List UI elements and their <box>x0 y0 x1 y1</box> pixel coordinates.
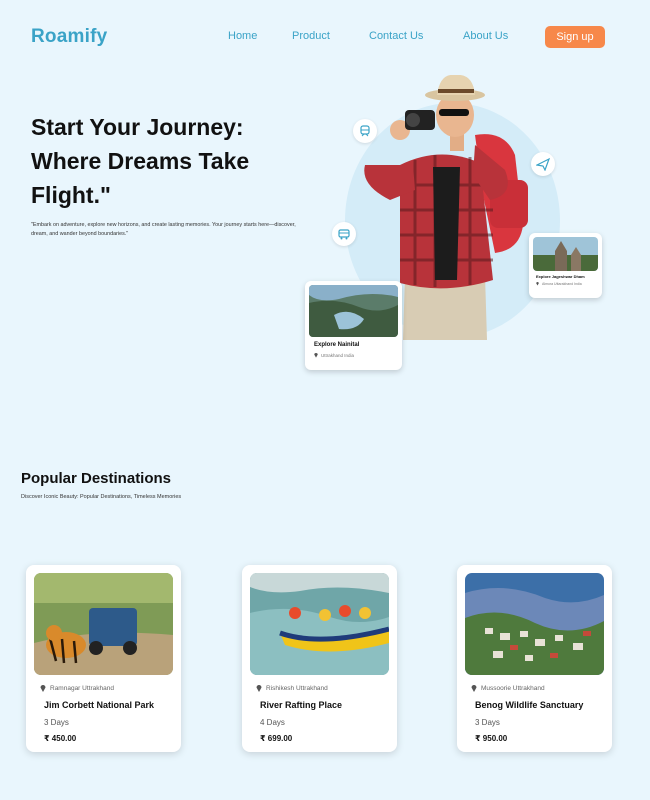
location-pin-icon <box>471 685 477 692</box>
plane-icon <box>531 152 555 176</box>
corbett-image <box>34 573 173 675</box>
destination-name: Jim Corbett National Park <box>44 700 155 710</box>
feature-card-location: Uttrakhand India <box>314 352 398 358</box>
destination-duration: 3 Days <box>44 718 69 727</box>
nav-contact-us[interactable]: Contact Us <box>369 30 423 42</box>
train-icon <box>353 119 377 143</box>
signup-button[interactable]: Sign up <box>545 26 605 48</box>
destination-card-benog[interactable]: Mussoorie Uttrakhand Benog Wildlife Sanc… <box>457 565 612 752</box>
feature-card-title: Explore Nainital <box>314 342 360 348</box>
section-subtitle: Discover Iconic Beauty: Popular Destinat… <box>21 494 182 500</box>
destination-card-corbett[interactable]: Ramnagar Uttrakhand Jim Corbett National… <box>26 565 181 752</box>
nav-home[interactable]: Home <box>228 30 257 42</box>
destination-duration: 4 Days <box>260 718 285 727</box>
location-pin-icon <box>256 685 262 692</box>
feature-card-title: Explore Jageshwar Dham <box>536 274 585 279</box>
feature-card-nainital[interactable]: Explore Nainital Uttrakhand India <box>305 281 402 370</box>
nav-product[interactable]: Product <box>292 30 330 42</box>
hero-description: "Embark on adventure, explore new horizo… <box>31 222 296 237</box>
location-pin-icon <box>314 353 318 358</box>
destination-name: River Rafting Place <box>260 700 343 710</box>
benog-image <box>465 573 604 675</box>
destination-location: Mussoorie Uttrakhand <box>471 684 545 692</box>
nav-about-us[interactable]: About Us <box>463 30 508 42</box>
destination-location: Ramnagar Uttrakhand <box>40 684 114 692</box>
destination-price: ₹ 450.00 <box>44 734 77 743</box>
bus-icon <box>332 222 356 246</box>
destination-price: ₹ 699.00 <box>260 734 293 743</box>
location-pin-icon <box>536 282 539 286</box>
destination-location: Rishikesh Uttrakhand <box>256 684 328 692</box>
feature-card-jageshwar[interactable]: Explore Jageshwar Dham Almora Uttarakhan… <box>529 233 602 298</box>
destination-duration: 3 Days <box>475 718 500 727</box>
nainital-image <box>309 285 398 337</box>
feature-card-location: Almora Uttarakhand India <box>536 281 598 286</box>
hero-title: Start Your Journey: Where Dreams Take Fl… <box>31 114 250 208</box>
destination-price: ₹ 950.00 <box>475 734 508 743</box>
destination-name: Benog Wildlife Sanctuary <box>475 700 584 710</box>
location-pin-icon <box>40 685 46 692</box>
jageshwar-image <box>533 237 598 271</box>
destination-card-rafting[interactable]: Rishikesh Uttrakhand River Rafting Place… <box>242 565 397 752</box>
rafting-image <box>250 573 389 675</box>
logo[interactable]: Roamify <box>31 26 107 48</box>
section-title: Popular Destinations <box>21 470 172 487</box>
